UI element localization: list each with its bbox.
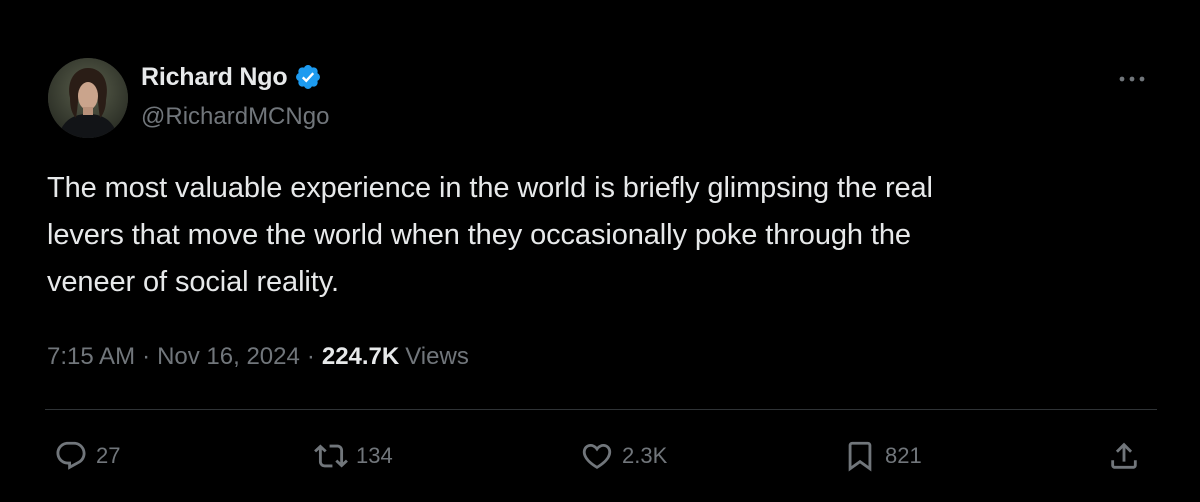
share-button[interactable] bbox=[1107, 436, 1141, 476]
like-button[interactable]: 2.3K bbox=[580, 436, 667, 476]
share-icon bbox=[1111, 442, 1137, 469]
reply-count: 27 bbox=[96, 443, 121, 468]
tweet-card: Richard Ngo @RichardMCNgo The most valua… bbox=[0, 0, 1200, 502]
avatar[interactable] bbox=[48, 58, 128, 138]
avatar-image bbox=[48, 58, 128, 138]
reply-icon bbox=[56, 441, 86, 470]
bookmark-count: 821 bbox=[885, 443, 922, 468]
divider bbox=[45, 409, 1157, 410]
views-count[interactable]: 224.7K bbox=[322, 343, 399, 371]
verified-badge-icon[interactable] bbox=[294, 63, 322, 91]
bookmark-button[interactable]: 821 bbox=[843, 436, 922, 476]
separator-dot: · bbox=[142, 343, 151, 370]
tweet-time[interactable]: 7:15 AM bbox=[47, 343, 135, 371]
separator-dot: · bbox=[306, 343, 315, 370]
repost-count: 134 bbox=[356, 443, 393, 468]
tweet-text: The most valuable experience in the worl… bbox=[47, 165, 1147, 306]
author-name[interactable]: Richard Ngo bbox=[141, 63, 288, 92]
more-options-button[interactable] bbox=[1110, 64, 1154, 94]
heart-icon bbox=[582, 443, 612, 469]
more-horizontal-icon bbox=[1119, 76, 1145, 82]
like-count: 2.3K bbox=[622, 443, 668, 468]
bookmark-icon bbox=[848, 441, 872, 472]
author-name-row[interactable]: Richard Ngo bbox=[141, 61, 322, 93]
tweet-metadata: 7:15 AM · Nov 16, 2024 · 224.7K Views bbox=[47, 340, 469, 374]
tweet-text-line: veneer of social reality. bbox=[47, 266, 339, 298]
repost-button[interactable]: 134 bbox=[314, 436, 393, 476]
tweet-text-line: levers that move the world when they occ… bbox=[47, 219, 911, 251]
tweet-date[interactable]: Nov 16, 2024 bbox=[157, 343, 300, 371]
reply-button[interactable]: 27 bbox=[54, 436, 120, 476]
repost-icon bbox=[314, 444, 348, 468]
author-handle[interactable]: @RichardMCNgo bbox=[141, 103, 329, 131]
views-label[interactable]: Views bbox=[405, 343, 469, 371]
tweet-text-line: The most valuable experience in the worl… bbox=[47, 172, 933, 204]
